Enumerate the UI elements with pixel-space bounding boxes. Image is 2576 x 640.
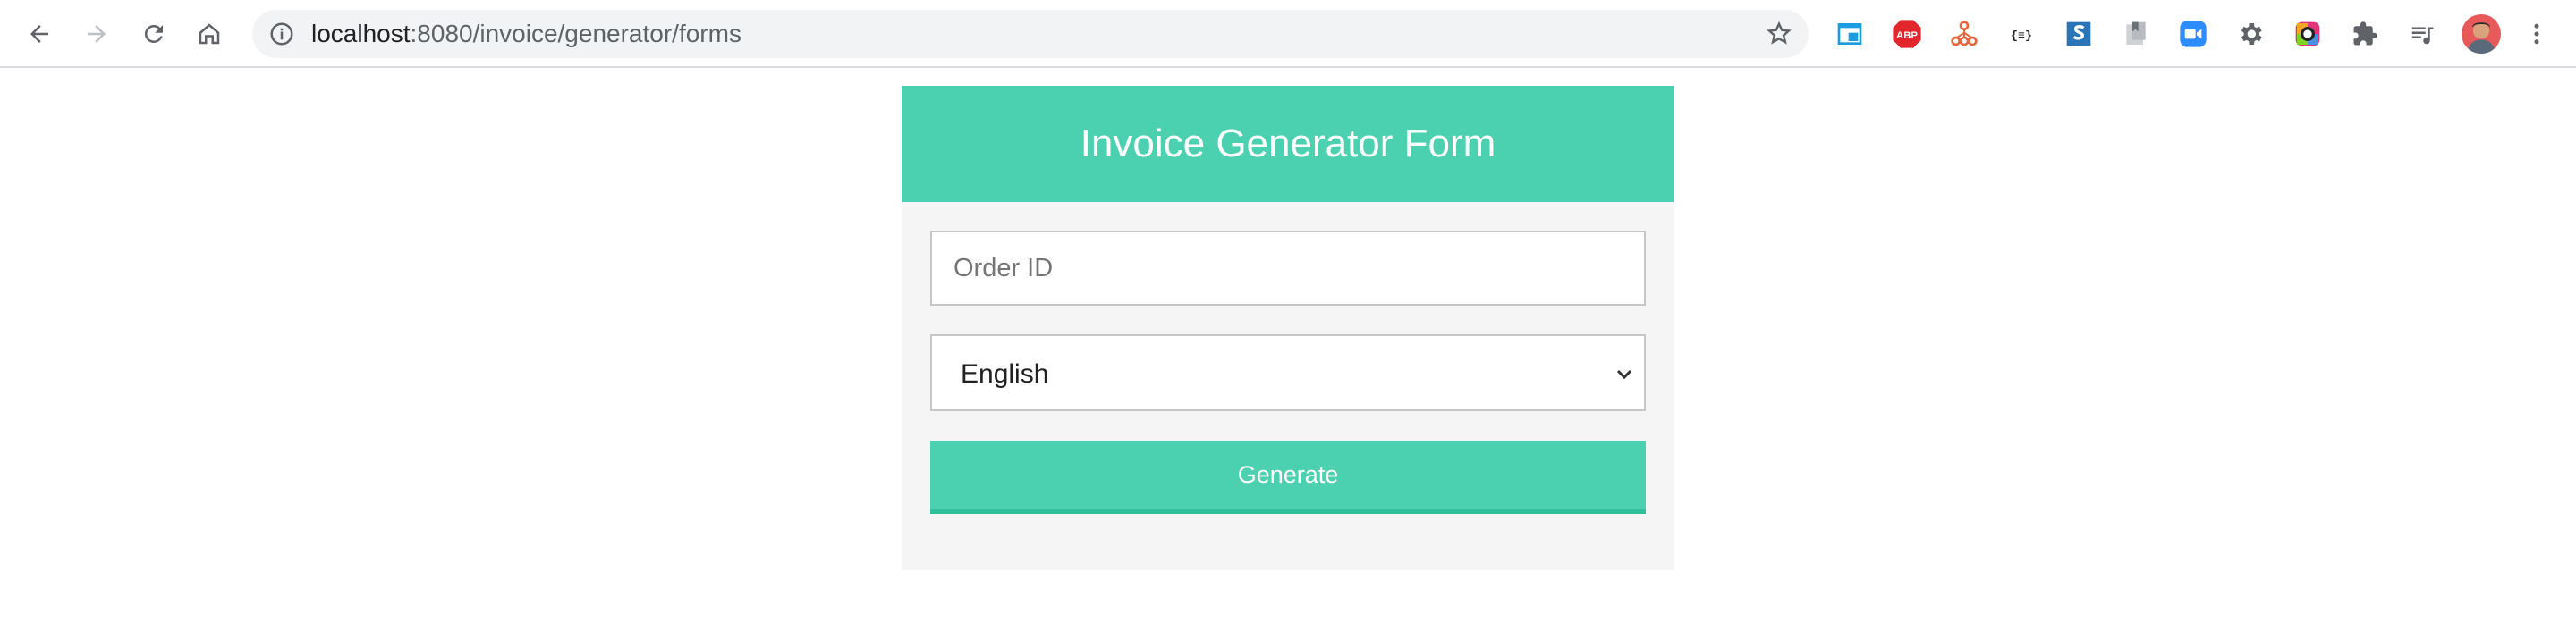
reload-icon xyxy=(144,24,163,43)
zoom-icon[interactable] xyxy=(2177,18,2209,50)
profile-avatar[interactable] xyxy=(2462,14,2501,54)
forward-button[interactable] xyxy=(75,11,118,57)
url-host: localhost xyxy=(311,20,411,47)
svg-text:{≡}: {≡} xyxy=(2011,29,2032,43)
gear-icon[interactable] xyxy=(2234,18,2267,50)
language-select-value: English xyxy=(961,359,1049,389)
info-icon[interactable] xyxy=(268,21,295,47)
address-bar[interactable]: localhost:8080/invoice/generator/forms xyxy=(252,10,1809,58)
back-button[interactable] xyxy=(18,11,61,57)
playlist-icon[interactable] xyxy=(2406,18,2438,50)
adblock-icon[interactable]: ABP xyxy=(1891,18,1923,50)
more-vert-icon xyxy=(2534,23,2539,45)
s-icon[interactable] xyxy=(2063,18,2095,50)
generate-button[interactable]: Generate xyxy=(930,441,1646,514)
reload-button[interactable] xyxy=(132,11,175,57)
form-header: Invoice Generator Form xyxy=(902,86,1674,202)
color-picker-icon[interactable] xyxy=(2292,18,2324,50)
arrow-left-icon xyxy=(30,25,48,43)
network-icon[interactable] xyxy=(1948,18,1980,50)
arrow-right-icon xyxy=(88,25,106,43)
language-select[interactable]: English xyxy=(930,334,1646,411)
window-icon[interactable] xyxy=(1834,18,1866,50)
url-path: :8080/invoice/generator/forms xyxy=(410,20,741,47)
order-id-input[interactable] xyxy=(930,231,1646,306)
form-title: Invoice Generator Form xyxy=(1080,122,1496,165)
puzzle-icon[interactable] xyxy=(2349,18,2381,50)
home-button[interactable] xyxy=(188,11,231,57)
url-text[interactable]: localhost:8080/invoice/generator/forms xyxy=(311,10,741,58)
svg-text:ABP: ABP xyxy=(1896,30,1918,41)
browser-toolbar: localhost:8080/invoice/generator/forms A… xyxy=(0,0,2576,68)
invoice-form-card: Invoice Generator Form English Generate xyxy=(902,86,1674,570)
chevron-down-icon xyxy=(1616,369,1632,380)
bookmark-icon[interactable] xyxy=(2120,18,2152,50)
home-icon xyxy=(199,23,220,45)
browser-menu-button[interactable] xyxy=(2519,11,2555,57)
json-icon[interactable]: {≡} xyxy=(2005,18,2038,50)
bookmark-star-icon[interactable] xyxy=(1766,21,1792,47)
